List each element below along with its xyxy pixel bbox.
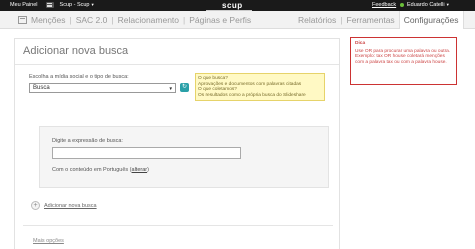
nav-left-group: Menções | SAC 2.0 | Relacionamento | Pág… (31, 15, 251, 25)
select-value: Busca (33, 85, 50, 91)
main-nav: Menções | SAC 2.0 | Relacionamento | Pág… (0, 11, 475, 29)
language-line: Com o conteúdo em Português (alterar) (52, 167, 149, 173)
expression-label: Digite a expressão de busca: (52, 138, 123, 144)
scup-logo[interactable]: scup (222, 1, 243, 10)
page-title: Adicionar nova busca (23, 45, 129, 57)
divider (15, 64, 339, 65)
media-type-label: Escolha a mídia social e o tipo de busca… (29, 74, 129, 80)
chevron-down-icon: ▾ (91, 2, 94, 7)
nav-separator: | (69, 15, 72, 25)
nav-item-configuracoes[interactable]: Configurações (398, 11, 464, 29)
tip-body: Use OR para procurar uma palavra ou outr… (355, 48, 451, 66)
dashboard-icon[interactable] (18, 16, 27, 24)
nav-item-mencoes[interactable]: Menções (31, 15, 66, 25)
chevron-down-icon: ▾ (446, 2, 449, 7)
online-status-icon (400, 3, 404, 7)
user-menu[interactable]: Eduardo Catelli ▾ (400, 2, 449, 8)
nav-item-sac[interactable]: SAC 2.0 (76, 15, 108, 25)
feedback-link[interactable]: Feedback (372, 2, 396, 8)
more-options-link[interactable]: Mais opções (33, 238, 64, 244)
nav-separator: | (111, 15, 114, 25)
add-search-button[interactable]: + Adicionar nova busca (31, 201, 97, 210)
menu-icon[interactable] (45, 2, 54, 8)
add-search-label: Adicionar nova busca (44, 202, 97, 209)
nav-separator: | (340, 15, 343, 25)
refresh-button[interactable]: ↻ (180, 83, 189, 92)
media-type-select[interactable]: Busca ▼ (29, 83, 176, 93)
search-help-box: O que busca? Aprovações e documentos com… (195, 73, 325, 101)
search-expression-input[interactable] (52, 147, 241, 159)
my-panel-link[interactable]: Meu Painel (10, 2, 38, 8)
top-bar-left: Meu Painel Scup - Scup ▾ (10, 2, 94, 8)
tip-box: Dica Use OR para procurar uma palavra ou… (350, 37, 457, 85)
nav-item-relatorios[interactable]: Relatórios (298, 15, 336, 29)
refresh-icon: ↻ (181, 84, 188, 90)
change-language-link[interactable]: alterar (132, 167, 148, 173)
tip-title: Dica (355, 41, 366, 46)
nav-item-paginas[interactable]: Páginas e Perfis (189, 15, 251, 25)
top-bar: Meu Painel Scup - Scup ▾ scup Feedback E… (0, 0, 475, 11)
user-name: Eduardo Catelli (407, 2, 445, 8)
nav-item-relacionamento[interactable]: Relacionamento (118, 15, 179, 25)
nav-separator: | (183, 15, 186, 25)
help-line: Os resultados como a própria busca do Sl… (198, 92, 306, 98)
account-switcher[interactable]: Scup - Scup (60, 2, 90, 8)
search-expression-panel: Digite a expressão de busca: Com o conte… (39, 126, 329, 188)
nav-right-group: Relatórios | Ferramentas Configurações (298, 11, 464, 29)
plus-icon: + (31, 201, 40, 210)
language-text: Com o conteúdo em Português (52, 167, 129, 173)
divider (23, 225, 333, 226)
chevron-down-icon: ▼ (168, 86, 173, 91)
add-search-panel: Adicionar nova busca Escolha a mídia soc… (14, 38, 340, 249)
nav-item-ferramentas[interactable]: Ferramentas (347, 15, 395, 29)
